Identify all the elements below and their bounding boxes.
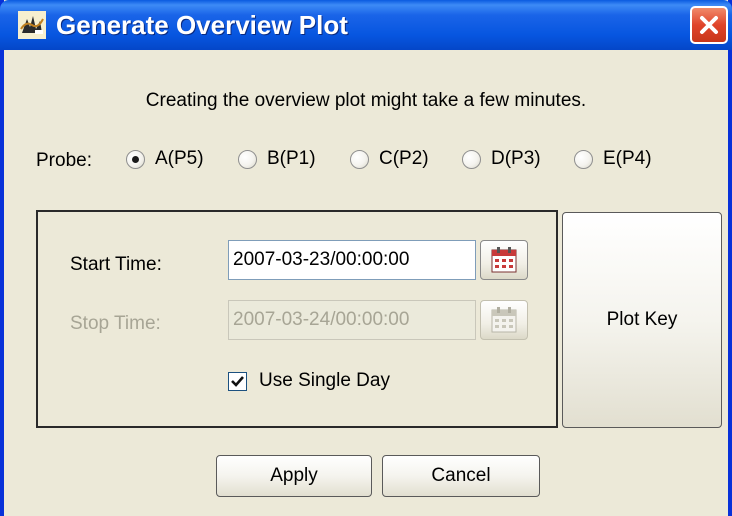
- window-title: Generate Overview Plot: [56, 10, 348, 40]
- probe-radio-e[interactable]: E(P4): [574, 148, 652, 170]
- radio-button[interactable]: [462, 149, 481, 169]
- close-button[interactable]: [690, 6, 728, 44]
- stop-time-label: Stop Time:: [70, 313, 161, 334]
- close-icon: [700, 16, 718, 34]
- dialog-window: Generate Overview Plot Creating the over…: [0, 0, 732, 516]
- checkmark-icon: [231, 375, 244, 387]
- info-message: Creating the overview plot might take a …: [145, 90, 587, 111]
- probe-radio-d[interactable]: D(P3): [462, 148, 541, 170]
- radio-button[interactable]: [350, 149, 369, 169]
- plot-key-button[interactable]: Plot Key: [562, 212, 722, 428]
- probe-radio-c[interactable]: C(P2): [350, 148, 429, 170]
- use-single-day-checkbox-row[interactable]: Use Single Day: [228, 370, 390, 392]
- probe-option-label: C(P2): [379, 148, 429, 169]
- app-icon: [18, 11, 46, 39]
- probe-option-label: B(P1): [267, 148, 316, 169]
- start-time-label: Start Time:: [70, 254, 162, 275]
- calendar-icon: [491, 247, 517, 273]
- stop-calendar-button[interactable]: [480, 300, 528, 340]
- radio-button[interactable]: [238, 149, 257, 169]
- probe-radio-a[interactable]: A(P5): [126, 148, 204, 170]
- start-calendar-button[interactable]: [480, 240, 528, 280]
- radio-button[interactable]: [574, 149, 593, 169]
- probe-option-label: E(P4): [603, 148, 652, 169]
- radio-button-selected[interactable]: [126, 149, 145, 169]
- use-single-day-label: Use Single Day: [259, 370, 390, 391]
- cancel-button[interactable]: Cancel: [382, 455, 540, 497]
- probe-label: Probe:: [36, 150, 92, 171]
- stop-time-input[interactable]: 2007-03-24/00:00:00: [228, 300, 476, 340]
- title-bar[interactable]: Generate Overview Plot: [0, 0, 732, 50]
- apply-button[interactable]: Apply: [216, 455, 372, 497]
- probe-radio-b[interactable]: B(P1): [238, 148, 316, 170]
- probe-option-label: D(P3): [491, 148, 541, 169]
- probe-option-label: A(P5): [155, 148, 204, 169]
- start-time-input[interactable]: 2007-03-23/00:00:00: [228, 240, 476, 280]
- calendar-icon: [491, 307, 517, 333]
- use-single-day-checkbox[interactable]: [228, 371, 247, 391]
